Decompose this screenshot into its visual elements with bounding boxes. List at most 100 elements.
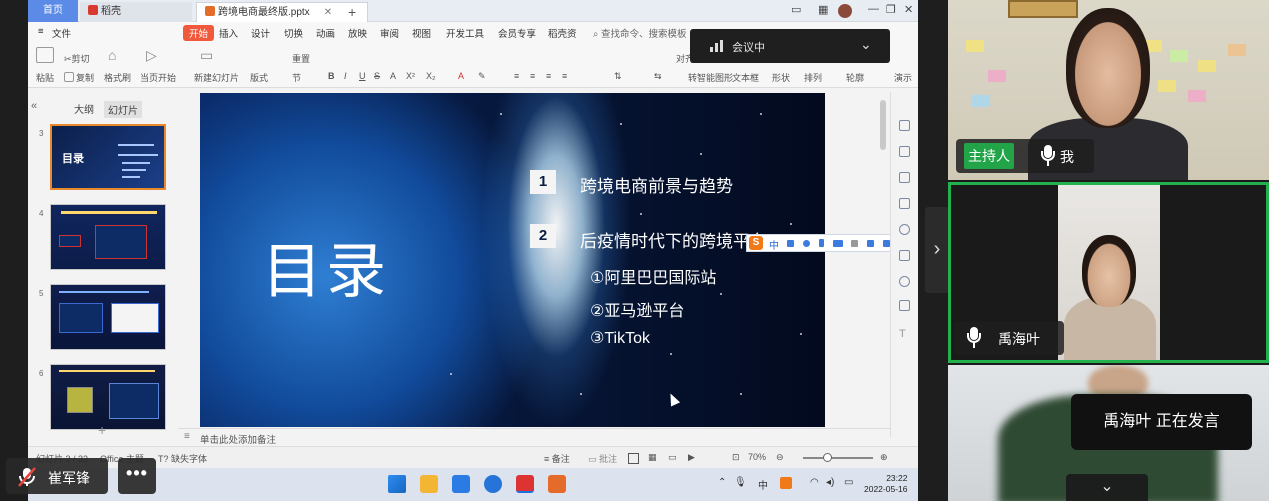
punctuation-icon[interactable] [787,240,794,247]
add-slide-button[interactable]: + [98,422,106,438]
cube-icon[interactable] [899,300,910,311]
tray-sogou-icon[interactable] [780,477,792,489]
tab-close-icon[interactable]: ✕ [324,7,332,18]
copy-button[interactable]: 复制 [64,71,94,84]
strikethrough-icon[interactable]: S [374,71,380,81]
section-button[interactable]: 节 [292,71,301,84]
avatar[interactable] [838,4,852,18]
location-icon[interactable] [899,276,910,287]
select-icon[interactable] [899,120,910,131]
slide-canvas[interactable]: 目录 1 跨境电商前景与趋势 2 后疫情时代下的跨境平台 ①阿里巴巴国际站 ②亚… [200,93,825,427]
menu-daoke-assets[interactable]: 稻壳资 [548,26,577,40]
menu-animation[interactable]: 动画 [316,26,335,40]
align-right-icon[interactable]: ≡ [546,71,551,81]
menu-start[interactable]: 开始 [183,25,215,41]
clock[interactable]: 23:22 2022-05-16 [864,473,907,495]
tab-home[interactable]: 首页 [28,0,78,22]
zoom-slider-handle[interactable] [823,453,832,462]
reset-button[interactable]: 重置 [292,52,310,65]
cut-button[interactable]: ✂剪切 [64,52,90,65]
zoom-out-icon[interactable]: ⊖ [776,452,784,463]
start-button[interactable] [388,475,406,493]
paste-icon[interactable] [36,47,54,63]
notes-button[interactable]: ≡ 备注 [544,452,570,465]
italic-icon[interactable]: I [344,71,347,81]
wifi-icon[interactable]: ◠ [810,477,819,488]
tray-mic-icon[interactable]: 🎙 [734,477,747,488]
person-icon[interactable] [851,240,858,247]
tab-outline[interactable]: 大纲 [74,101,94,116]
ime-mode[interactable]: 中 [769,237,779,252]
tab-slides[interactable]: 幻灯片 [104,101,142,118]
text-shadow-icon[interactable]: A [390,71,396,81]
align-left-icon[interactable]: ≡ [514,71,519,81]
chevron-right-icon[interactable]: › [925,207,949,293]
fit-zoom-icon[interactable]: ⊡ [732,452,740,463]
normal-view-icon[interactable] [628,453,639,464]
sorter-view-icon[interactable]: ▦ [648,452,657,463]
restore-icon[interactable]: ❐ [886,3,896,16]
shape-button[interactable]: 形状 [772,71,790,84]
textbox-button[interactable]: 文本框 [732,71,759,84]
highlight-icon[interactable]: ✎ [478,71,486,82]
zoom-slider[interactable] [803,457,873,459]
slide-thumbnail[interactable] [50,284,166,350]
battery-icon[interactable]: ▭ [844,477,853,488]
file-explorer-icon[interactable] [420,475,438,493]
text-icon[interactable]: T [899,328,910,340]
vertical-scrollbar[interactable] [880,100,886,150]
text-direction-icon[interactable]: ⇆ [654,71,662,82]
tab-document[interactable]: 跨境电商最终版.pptx ✕ [196,2,368,22]
convert-shape-button[interactable]: 转智能图形 [688,71,733,84]
line-spacing-icon[interactable]: ⇅ [614,71,622,82]
underline-icon[interactable]: U [359,71,366,81]
minimize-icon[interactable]: — [868,3,879,15]
properties-icon[interactable] [899,146,910,157]
play-button[interactable]: 演示 [894,71,912,84]
video-tile-host[interactable]: 主持人 我 [948,0,1269,180]
meeting-status-bar[interactable]: 会议中 ⌄ [690,29,890,63]
menu-slideshow[interactable]: 放映 [348,26,367,40]
align-center-icon[interactable]: ≡ [530,71,535,81]
reading-view-icon[interactable]: ▭ [668,452,677,463]
chevron-down-icon[interactable]: ⌄ [1066,474,1148,501]
emoji-icon[interactable] [803,240,810,247]
menu-file[interactable]: 文件 [52,26,71,40]
keyboard-icon[interactable] [833,240,843,247]
tab-daoke[interactable]: 稻壳 [80,2,192,22]
apps-grid-icon[interactable] [883,240,890,247]
wps-icon[interactable] [516,475,534,493]
slide-thumbnail[interactable] [50,364,166,430]
skin-icon[interactable] [867,240,874,247]
new-tab-button[interactable]: + [348,2,356,22]
zoom-level[interactable]: 70% [748,452,766,462]
hamburger-icon[interactable]: ≡ [38,26,44,37]
menu-review[interactable]: 审阅 [380,26,399,40]
comments-button[interactable]: ▭ 批注 [588,452,617,465]
format-painter-button[interactable]: 格式刷 [104,71,131,84]
paste-button[interactable]: 粘贴 [36,71,54,84]
menu-developer[interactable]: 开发工具 [446,26,484,40]
grid-icon[interactable]: ▦ [818,3,828,16]
meeting-app-icon[interactable] [484,475,502,493]
new-slide-button[interactable]: 新建幻灯片 [194,71,239,84]
menu-design[interactable]: 设计 [251,26,270,40]
presentation-app-icon[interactable] [548,475,566,493]
menu-insert[interactable]: 插入 [219,26,238,40]
chevron-down-icon[interactable]: ⌄ [860,36,872,53]
layout-icon[interactable]: ▭ [791,3,801,16]
arrange-button[interactable]: 排列 [804,71,822,84]
tray-expand-icon[interactable]: ⌃ [718,477,726,488]
mic-muted-icon[interactable] [16,466,38,488]
bold-icon[interactable]: B [328,71,335,81]
from-current-button[interactable]: 当页开始 [140,71,176,84]
voice-mic-icon[interactable] [819,239,824,247]
justify-icon[interactable]: ≡ [562,71,567,81]
outline-button[interactable]: 轮廓 [846,71,864,84]
missing-font-button[interactable]: T? 缺失字体 [158,452,207,465]
tray-ime[interactable]: 中 [758,477,768,492]
share-icon[interactable] [899,172,910,183]
more-options-button[interactable]: ••• [118,458,156,494]
slideshow-play-icon[interactable]: ▶ [688,452,695,463]
collapse-panel-icon[interactable]: « [31,100,37,112]
